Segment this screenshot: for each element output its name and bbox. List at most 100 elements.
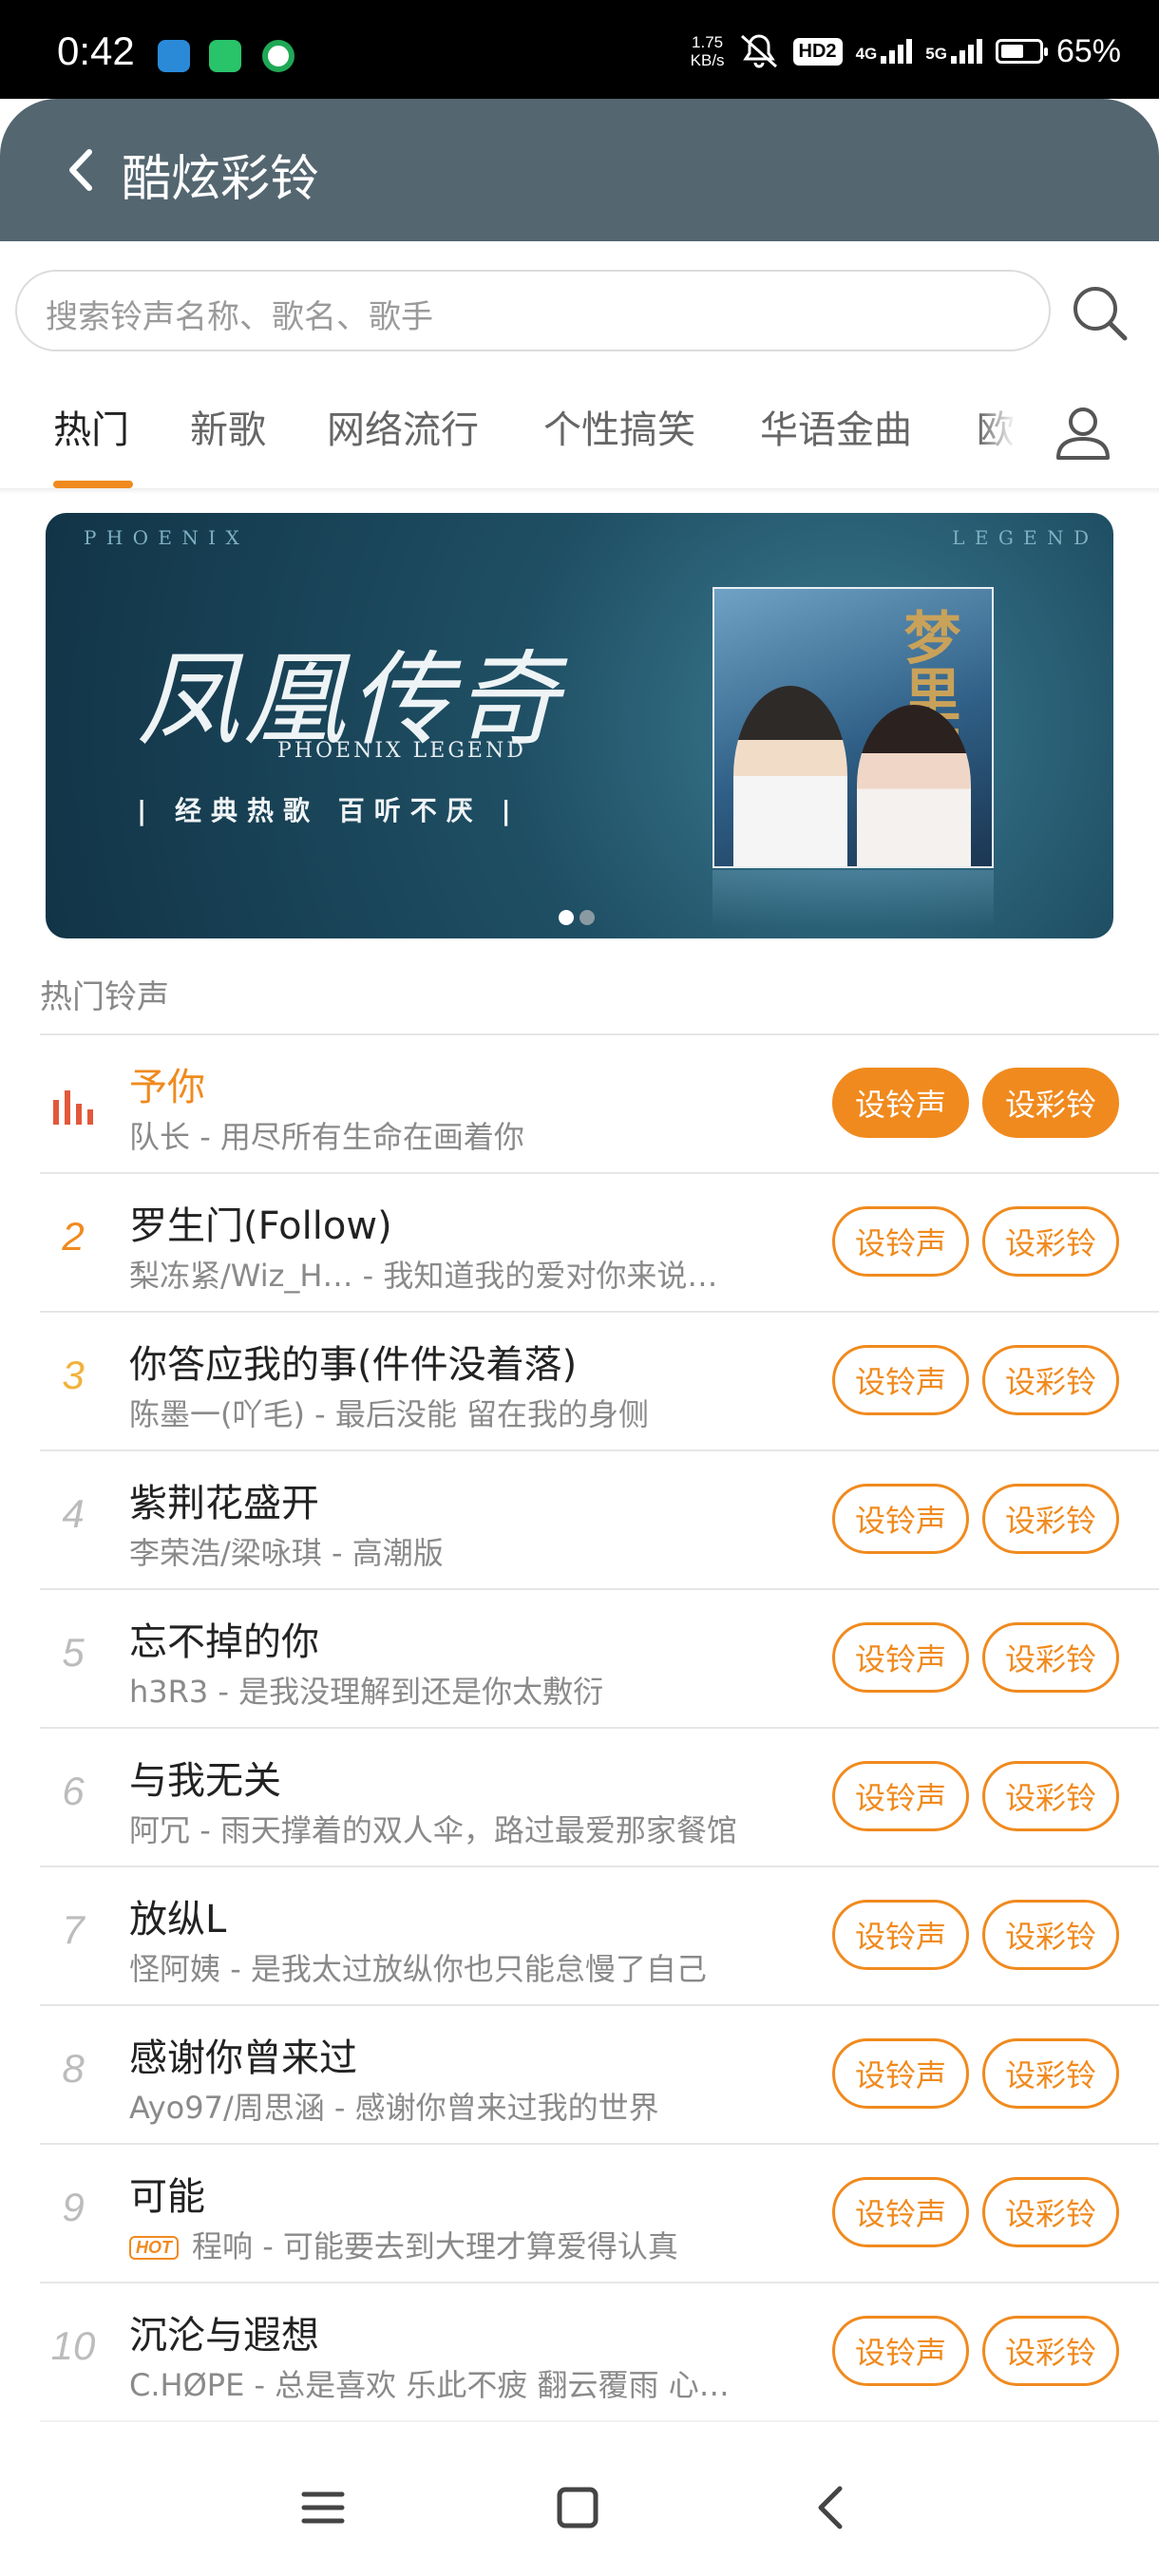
ringtone-row[interactable]: 2 罗生门(Follow) 梨冻紧/Wiz_H… - 我知道我的爱对你来说… 设铃声设… xyxy=(40,1172,1159,1311)
song-subtitle: h3R3 - 是我没理解到还是你太敷衍 xyxy=(129,1674,604,1710)
ringtone-row[interactable]: 7 放纵L 怪阿姨 - 是我太过放纵你也只能怠慢了自己 设铃声 设彩铃 xyxy=(40,1866,1159,2004)
song-description: 雨天撑着的双人伞，路过最爱那家餐馆 xyxy=(219,1812,737,1848)
song-artist: 队长 xyxy=(129,1119,191,1155)
song-artist: C.HØPE xyxy=(129,2367,245,2403)
promo-banner[interactable]: P H O E N I X L E G E N D 凤凰传奇 PHOENIX L… xyxy=(46,513,1113,938)
hd-voice-badge: HD2 xyxy=(792,37,843,66)
set-ringtone-button[interactable]: 设铃声 xyxy=(832,1484,969,1554)
song-description: 我知道我的爱对你来说… xyxy=(383,1258,718,1294)
song-subtitle: Ayo97/周思涵 - 感谢你曾来过我的世界 xyxy=(129,2090,659,2126)
ringtone-row[interactable]: 10 沉沦与遐想 C.HØPE - 总是喜欢 乐此不疲 翻云覆雨 心… 设铃声 设彩铃 xyxy=(40,2282,1159,2420)
category-tabs: 热门 新歌 网络流行 个性搞笑 华语金曲 欧 xyxy=(0,389,1159,488)
hot-badge: HOT xyxy=(129,2236,179,2260)
rank-number: 6 xyxy=(62,1769,85,1813)
rank-number: 9 xyxy=(62,2185,85,2229)
album-cover: 梦里花 xyxy=(712,587,994,868)
song-subtitle: 怪阿姨 - 是我太过放纵你也只能怠慢了自己 xyxy=(129,1951,707,1987)
back-arrow-icon[interactable] xyxy=(63,146,101,194)
tab-hot[interactable]: 热门 xyxy=(53,399,129,454)
ringtone-row[interactable]: 3 你答应我的事(件件没着落) 陈墨一(吖毛) - 最后没能 留在我的身侧 设铃声 设彩… xyxy=(40,1311,1159,1449)
playing-equalizer-icon xyxy=(53,1090,93,1125)
set-crbt-button[interactable]: 设彩铃 xyxy=(982,1622,1119,1693)
rank-number: 10 xyxy=(50,2323,96,2368)
set-ringtone-button[interactable]: 设铃声 xyxy=(832,1622,969,1693)
song-description: 可能要去到大理才算爱得认真 xyxy=(282,2228,678,2264)
singer-male xyxy=(733,686,847,866)
song-subtitle: C.HØPE - 总是喜欢 乐此不疲 翻云覆雨 心… xyxy=(129,2367,730,2403)
banner-pagination xyxy=(559,910,595,925)
back-icon[interactable] xyxy=(806,2481,859,2534)
ringtone-row[interactable]: 9 可能 HOT 程响 - 可能要去到大理才算爱得认真 设铃声 设彩铃 xyxy=(40,2143,1159,2282)
search-placeholder: 搜索铃声名称、歌名、歌手 xyxy=(46,298,433,336)
song-title: 紫荆花盛开 xyxy=(129,1482,319,1525)
ringtone-row[interactable]: 5 忘不掉的你 h3R3 - 是我没理解到还是你太敷衍 设铃声 设彩铃 xyxy=(40,1588,1159,1727)
pagination-dot xyxy=(580,910,595,925)
singer-female xyxy=(857,705,971,866)
song-description: 是我太过放纵你也只能怠慢了自己 xyxy=(250,1951,707,1987)
search-input[interactable]: 搜索铃声名称、歌名、歌手 xyxy=(15,270,1051,351)
set-ringtone-button[interactable]: 设铃声 xyxy=(832,1761,969,1831)
ringtone-row[interactable]: 4 紫荆花盛开 李荣浩/梁咏琪 - 高潮版 设铃声 设彩铃 xyxy=(40,1449,1159,1588)
set-crbt-button[interactable]: 设彩铃 xyxy=(982,1900,1119,1970)
song-description: 高潮版 xyxy=(352,1535,444,1571)
rank-number: 8 xyxy=(62,2046,85,2091)
set-crbt-button[interactable]: 设彩铃 xyxy=(982,1206,1119,1277)
battery-percent: 65% xyxy=(1055,32,1121,69)
section-title: 热门铃声 xyxy=(40,978,169,1016)
banner-slogan: | 经典热歌 百听不厌 | xyxy=(137,795,521,826)
song-artist: Ayo97/周思涵 xyxy=(129,2090,325,2126)
song-subtitle: 阿冗 - 雨天撑着的双人伞，路过最爱那家餐馆 xyxy=(129,1812,737,1848)
song-title: 与我无关 xyxy=(129,1759,281,1803)
status-bar: 0:42 1.75 KB/s HD2 4G 5G 65% xyxy=(0,0,1159,99)
song-title: 可能 xyxy=(129,2175,205,2219)
user-icon[interactable] xyxy=(1053,403,1113,464)
ringtone-row[interactable]: 予你队长 - 用尽所有生命在画着你 设铃声 设彩铃 xyxy=(40,1033,1159,1172)
set-crbt-button[interactable]: 设彩铃 xyxy=(982,1484,1119,1554)
set-crbt-button[interactable]: 设彩铃 xyxy=(982,1068,1119,1138)
page-title: 酷炫彩铃 xyxy=(122,151,320,208)
ringtone-row[interactable]: 8 感谢你曾来过 Ayo97/周思涵 - 感谢你曾来过我的世界 设铃声 设彩铃 xyxy=(40,2004,1159,2143)
song-subtitle: 梨冻紧/Wiz_H… - 我知道我的爱对你来说… xyxy=(129,1258,718,1294)
song-description: 是我没理解到还是你太敷衍 xyxy=(238,1674,604,1710)
set-crbt-button[interactable]: 设彩铃 xyxy=(982,1761,1119,1831)
set-crbt-button[interactable]: 设彩铃 xyxy=(982,2177,1119,2247)
set-ringtone-button[interactable]: 设铃声 xyxy=(832,2038,969,2109)
search-icon[interactable] xyxy=(1070,283,1129,342)
song-subtitle: 队长 - 用尽所有生命在画着你 xyxy=(129,1119,524,1155)
set-ringtone-button[interactable]: 设铃声 xyxy=(832,1900,969,1970)
pagination-dot xyxy=(559,910,574,925)
set-ringtone-button[interactable]: 设铃声 xyxy=(832,2177,969,2247)
home-icon[interactable] xyxy=(551,2481,604,2534)
network-speed: 1.75 KB/s xyxy=(690,33,725,69)
song-artist: 陈墨一(吖毛) xyxy=(129,1396,305,1432)
tab-internet-hits[interactable]: 网络流行 xyxy=(327,399,479,454)
song-description: 最后没能 留在我的身侧 xyxy=(334,1396,650,1432)
song-title: 你答应我的事(件件没着落) xyxy=(129,1343,578,1387)
status-time: 0:42 xyxy=(57,28,135,73)
set-crbt-button[interactable]: 设彩铃 xyxy=(982,2316,1119,2386)
song-title: 予你 xyxy=(129,1066,205,1109)
song-artist: 梨冻紧/Wiz_H… xyxy=(129,1258,353,1294)
set-crbt-button[interactable]: 设彩铃 xyxy=(982,1345,1119,1415)
set-ringtone-button[interactable]: 设铃声 xyxy=(832,1345,969,1415)
rank-number: 3 xyxy=(62,1353,85,1397)
song-title: 沉沦与遐想 xyxy=(129,2314,319,2358)
song-title: 感谢你曾来过 xyxy=(129,2036,357,2080)
tab-new-songs[interactable]: 新歌 xyxy=(190,399,266,454)
banner-top-left: P H O E N I X xyxy=(84,526,241,549)
set-ringtone-button[interactable]: 设铃声 xyxy=(832,1206,969,1277)
sync-app-icon xyxy=(262,40,294,72)
menu-icon[interactable] xyxy=(296,2481,350,2534)
alarm-off-icon xyxy=(740,34,777,68)
set-ringtone-button[interactable]: 设铃声 xyxy=(832,2316,969,2386)
song-subtitle: 李荣浩/梁咏琪 - 高潮版 xyxy=(129,1535,444,1571)
set-crbt-button[interactable]: 设彩铃 xyxy=(982,2038,1119,2109)
tab-funny[interactable]: 个性搞笑 xyxy=(543,399,695,454)
tab-chinese-classics[interactable]: 华语金曲 xyxy=(760,399,912,454)
system-nav-bar xyxy=(0,2443,1159,2576)
song-subtitle: 陈墨一(吖毛) - 最后没能 留在我的身侧 xyxy=(129,1396,650,1432)
ringtone-row[interactable]: 6 与我无关阿冗 - 雨天撑着的双人伞，路过最爱那家餐馆 设铃声 设彩铃 xyxy=(40,1727,1159,1866)
rank-number: 5 xyxy=(62,1630,85,1675)
set-ringtone-button[interactable]: 设铃声 xyxy=(832,1068,969,1138)
song-title: 罗生门(Follow) xyxy=(129,1204,392,1248)
